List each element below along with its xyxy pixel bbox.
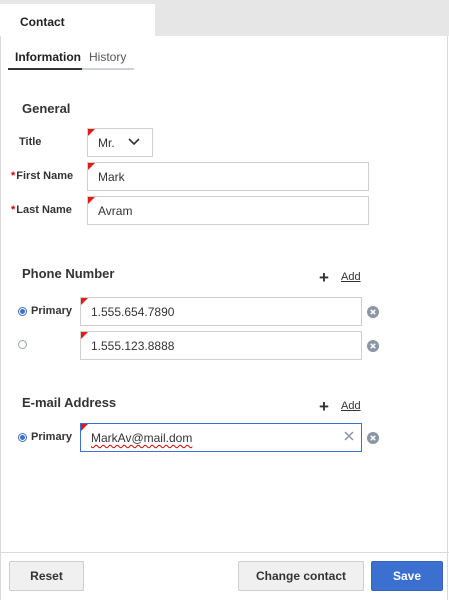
remove-circle-icon[interactable]	[367, 340, 379, 352]
email-primary-radio[interactable]	[18, 433, 27, 442]
plus-icon[interactable]: +	[319, 269, 329, 286]
remove-circle-icon[interactable]	[367, 306, 379, 318]
add-email-link[interactable]: Add	[341, 400, 361, 412]
first-name-value: Mark	[98, 170, 125, 184]
required-flag-icon	[81, 332, 88, 339]
phone-field-2[interactable]: 1.555.123.8888	[80, 331, 362, 360]
chevron-down-icon	[128, 138, 140, 146]
required-flag-icon	[88, 197, 95, 204]
email-primary-label: Primary	[31, 431, 72, 443]
phone-primary-label: Primary	[31, 305, 72, 317]
required-flag-icon	[88, 129, 95, 136]
tab-active-indicator	[8, 68, 82, 70]
clear-icon[interactable]	[344, 431, 354, 441]
general-heading: General	[22, 101, 71, 116]
title-select[interactable]: Mr.	[87, 128, 153, 157]
last-name-label: *Last Name	[11, 204, 72, 216]
plus-icon[interactable]: +	[319, 398, 329, 415]
phone-primary-radio[interactable]	[18, 307, 27, 316]
phone-field-1[interactable]: 1.555.654.7890	[80, 297, 362, 326]
tab-divider	[82, 68, 134, 70]
title-select-value: Mr.	[98, 136, 115, 150]
title-label: Title	[19, 136, 42, 148]
phone-value-2: 1.555.123.8888	[91, 339, 175, 353]
remove-circle-icon[interactable]	[367, 432, 379, 444]
required-flag-icon	[81, 424, 88, 431]
reset-button[interactable]: Reset	[9, 561, 84, 591]
phone-heading: Phone Number	[22, 266, 115, 281]
tab-information[interactable]: Information	[15, 50, 81, 70]
first-name-field[interactable]: Mark	[87, 162, 369, 191]
tab-history[interactable]: History	[89, 50, 126, 70]
save-button[interactable]: Save	[371, 561, 443, 591]
change-contact-button[interactable]: Change contact	[238, 561, 364, 591]
email-value: MarkAv@mail.dom	[91, 431, 193, 445]
required-flag-icon	[81, 298, 88, 305]
email-heading: E-mail Address	[22, 395, 117, 410]
footer-divider	[0, 552, 449, 553]
first-name-label: *First Name	[11, 170, 74, 182]
phone-value-1: 1.555.654.7890	[91, 305, 175, 319]
add-phone-link[interactable]: Add	[341, 271, 361, 283]
email-field[interactable]: MarkAv@mail.dom	[80, 423, 362, 452]
phone-secondary-radio[interactable]	[18, 340, 27, 349]
required-marker: *	[11, 170, 16, 182]
last-name-field[interactable]: Avram	[87, 196, 369, 225]
last-name-value: Avram	[98, 204, 133, 218]
contact-window-tab[interactable]: Contact	[0, 4, 155, 37]
required-marker: *	[11, 204, 16, 216]
required-flag-icon	[88, 163, 95, 170]
